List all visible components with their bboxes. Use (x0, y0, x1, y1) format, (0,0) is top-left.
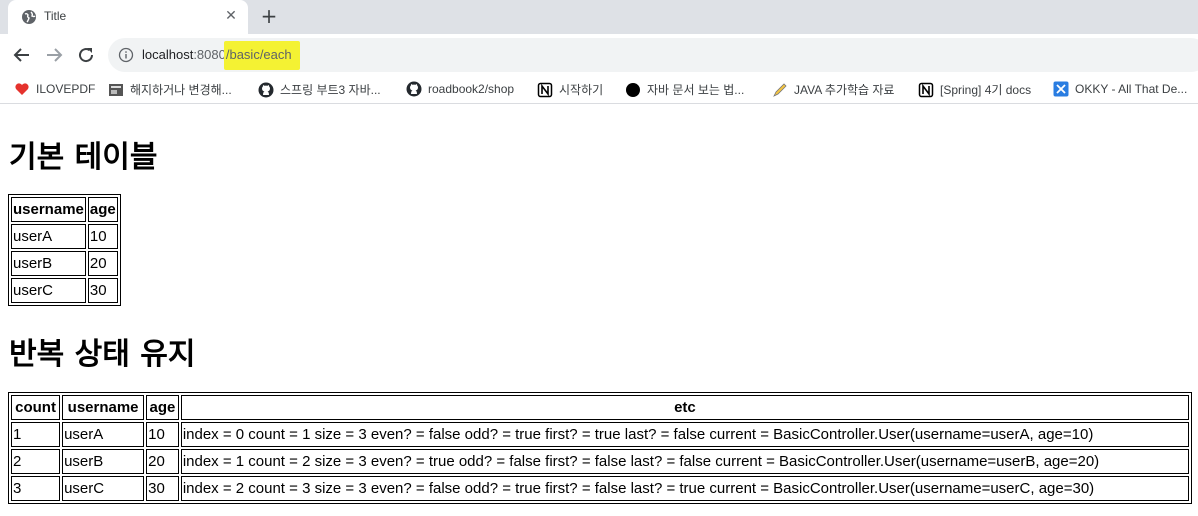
github-icon (406, 81, 422, 97)
bookmark-label: [Spring] 4기 docs (940, 83, 1032, 97)
table-cell: 10 (146, 422, 179, 447)
globe-icon (22, 10, 36, 24)
table-cell: 20 (87, 251, 118, 276)
back-arrow-icon[interactable] (10, 43, 34, 67)
table-cell: index = 0 count = 1 size = 3 even? = fal… (180, 422, 1189, 447)
notion-icon (918, 82, 934, 97)
tab-strip: Title ✕ + (0, 0, 1198, 34)
section-title-basic-table: 기본 테이블 (9, 140, 158, 175)
table-row: 3 userC 30 index = 2 count = 3 size = 3 … (11, 476, 1189, 501)
table-header-row: username age (11, 197, 118, 222)
bookmark-label: 시작하기 (559, 83, 604, 97)
column-header: age (87, 197, 118, 222)
browser-toolbar: localhost:8080/basic/each (0, 34, 1198, 76)
tab-title: Title (44, 9, 67, 23)
reload-icon[interactable] (74, 43, 98, 67)
table-cell: userC (11, 278, 86, 303)
address-bar[interactable]: localhost:8080/basic/each (108, 38, 1198, 72)
page-content: 기본 테이블 username age userA 10 userB 20 us… (0, 104, 1198, 516)
table-cell: 30 (87, 278, 118, 303)
table-row: userC 30 (11, 278, 118, 303)
table-cell: index = 2 count = 3 size = 3 even? = fal… (180, 476, 1189, 501)
table-row: userB 20 (11, 251, 118, 276)
bookmark-item[interactable]: JAVA 추가학습 자료 (772, 81, 894, 99)
bookmark-label: 자바 문서 보는 법... (647, 83, 745, 97)
column-header: username (11, 197, 86, 222)
bookmark-label: 해지하거나 변경해... (130, 83, 232, 97)
table-row: 1 userA 10 index = 0 count = 1 size = 3 … (11, 422, 1189, 447)
table-cell: userC (62, 476, 145, 501)
table-row: userA 10 (11, 224, 118, 249)
url-port: :8080 (193, 47, 226, 62)
column-header: count (11, 395, 61, 420)
bookmark-item[interactable]: 자바 문서 보는 법... (625, 81, 744, 99)
bookmark-item[interactable]: OKKY - All That De... (1053, 81, 1187, 99)
github-icon (258, 82, 274, 97)
new-tab-icon[interactable]: + (258, 6, 280, 28)
table-cell: 3 (11, 476, 61, 501)
table-cell: 30 (146, 476, 179, 501)
bookmark-label: roadbook2/shop (428, 82, 515, 96)
notion-icon (537, 82, 553, 97)
bookmark-item[interactable]: ILOVEPDF (14, 81, 95, 99)
browser-tab[interactable]: Title ✕ (8, 0, 248, 34)
page-icon (109, 83, 123, 96)
bookmark-item[interactable]: 스프링 부트3 자바... (258, 81, 381, 99)
table-row: 2 userB 20 index = 1 count = 2 size = 3 … (11, 449, 1189, 474)
table-cell: 20 (146, 449, 179, 474)
column-header: age (146, 395, 179, 420)
close-tab-icon[interactable]: ✕ (222, 7, 240, 25)
bookmarks-bar: ILOVEPDF 해지하거나 변경해... 스프링 부트3 자바... road… (0, 76, 1198, 104)
bookmark-label: OKKY - All That De... (1075, 82, 1188, 96)
iteration-status-table: count username age etc 1 userA 10 index … (8, 392, 1192, 504)
url-path: /basic/each (223, 41, 300, 70)
table-header-row: count username age etc (11, 395, 1189, 420)
table-cell: userB (62, 449, 145, 474)
bookmark-label: ILOVEPDF (36, 82, 96, 96)
url-host: localhost (142, 47, 194, 62)
table-cell: userA (11, 224, 86, 249)
black-circle-icon (626, 82, 640, 97)
okky-icon (1053, 81, 1069, 97)
url-text: localhost:8080/basic/each (142, 41, 300, 70)
info-icon[interactable] (118, 47, 134, 63)
bookmark-item[interactable]: roadbook2/shop (406, 81, 514, 99)
bookmark-item[interactable]: [Spring] 4기 docs (918, 81, 1031, 99)
table-cell: 2 (11, 449, 61, 474)
heart-icon (15, 83, 29, 95)
column-header: username (62, 395, 145, 420)
pen-icon (773, 82, 787, 97)
table-cell: userA (62, 422, 145, 447)
bookmark-item[interactable]: 해지하거나 변경해... (108, 81, 232, 99)
table-cell: userB (11, 251, 86, 276)
table-cell: index = 1 count = 2 size = 3 even? = tru… (180, 449, 1189, 474)
bookmark-item[interactable]: 시작하기 (537, 81, 603, 99)
bookmark-label: JAVA 추가학습 자료 (794, 83, 895, 97)
forward-arrow-icon[interactable] (42, 43, 66, 67)
section-title-iteration-status: 반복 상태 유지 (9, 337, 196, 372)
table-cell: 1 (11, 422, 61, 447)
basic-table: username age userA 10 userB 20 userC 30 (8, 194, 121, 306)
column-header: etc (180, 395, 1189, 420)
table-cell: 10 (87, 224, 118, 249)
bookmark-label: 스프링 부트3 자바... (280, 83, 381, 97)
